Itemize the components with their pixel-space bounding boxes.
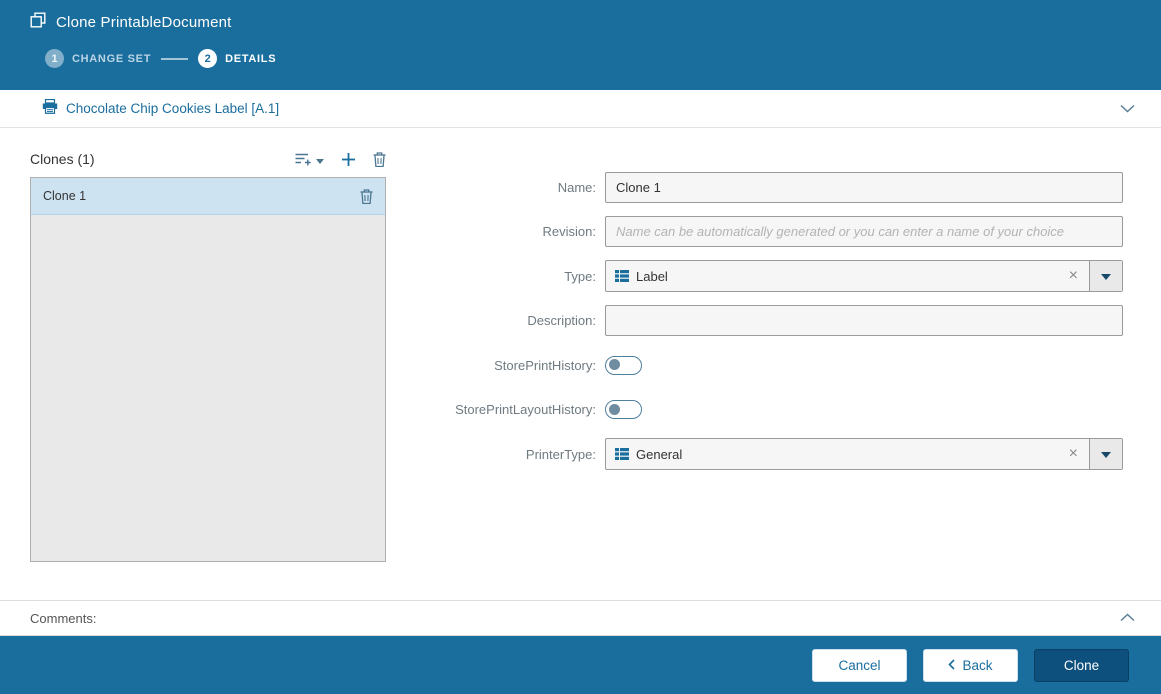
clone-details-form: Name: Revision: Type: La [395, 171, 1130, 483]
printer-type-combo[interactable]: General × [605, 438, 1123, 470]
revision-label: Revision: [395, 224, 605, 239]
document-title: Chocolate Chip Cookies Label [A.1] [66, 101, 279, 116]
toggle-knob [609, 359, 620, 370]
printer-type-icon [606, 447, 636, 461]
clones-panel-title: Clones (1) [30, 151, 95, 167]
dialog-content: Clones (1) [0, 128, 1161, 600]
printer-type-value: General [636, 447, 1058, 462]
dialog-title: Clone PrintableDocument [56, 14, 232, 31]
dialog-header: Clone PrintableDocument 1 CHANGE SET 2 D… [0, 0, 1161, 90]
description-input[interactable] [605, 305, 1123, 336]
store-print-history-toggle[interactable] [605, 356, 642, 375]
type-combo[interactable]: Label × [605, 260, 1123, 292]
description-label: Description: [395, 313, 605, 328]
printer-icon [42, 99, 58, 119]
type-clear-icon[interactable]: × [1058, 268, 1089, 284]
caret-down-icon [1101, 274, 1111, 285]
caret-down-icon [1101, 452, 1111, 463]
printer-type-label: PrinterType: [395, 447, 605, 462]
chevron-down-icon[interactable] [1120, 100, 1135, 118]
type-value: Label [636, 269, 1058, 284]
name-input[interactable] [605, 172, 1123, 203]
add-clone-button[interactable] [341, 152, 356, 167]
step-connector [161, 58, 188, 60]
store-print-layout-history-toggle[interactable] [605, 400, 642, 419]
delete-clone-button[interactable] [373, 152, 386, 167]
cancel-button-label: Cancel [838, 658, 880, 673]
type-label: Type: [395, 269, 605, 284]
step-2-number: 2 [198, 49, 217, 68]
clone-printable-document-dialog: Clone PrintableDocument 1 CHANGE SET 2 D… [0, 0, 1161, 694]
step-2-label: DETAILS [225, 53, 276, 65]
cancel-button[interactable]: Cancel [812, 649, 907, 682]
name-label: Name: [395, 180, 605, 195]
clone-button[interactable]: Clone [1034, 649, 1129, 682]
chevron-left-icon [948, 658, 955, 673]
step-details[interactable]: 2 DETAILS [198, 49, 276, 68]
printer-type-dropdown-button[interactable] [1089, 439, 1122, 469]
store-print-history-label: StorePrintHistory: [395, 358, 605, 373]
step-change-set[interactable]: 1 CHANGE SET [45, 49, 151, 68]
revision-input[interactable] [605, 216, 1123, 247]
back-button-label: Back [962, 658, 992, 673]
step-1-number: 1 [45, 49, 64, 68]
store-print-layout-history-label: StorePrintLayoutHistory: [395, 402, 605, 417]
clones-panel: Clones (1) [30, 146, 386, 562]
back-button[interactable]: Back [923, 649, 1018, 682]
filter-caret-icon [316, 152, 324, 167]
clone-item-name: Clone 1 [43, 189, 86, 203]
comments-label: Comments: [30, 611, 96, 626]
type-dropdown-button[interactable] [1089, 261, 1122, 291]
clone-icon [30, 12, 46, 33]
row-delete-button[interactable] [360, 189, 373, 204]
clone-button-label: Clone [1064, 658, 1099, 673]
filter-add-button[interactable] [295, 152, 324, 167]
clones-list: Clone 1 [30, 177, 386, 562]
document-type-icon [606, 269, 636, 283]
comments-section: Comments: [0, 600, 1161, 636]
document-bar: Chocolate Chip Cookies Label [A.1] [0, 90, 1161, 128]
chevron-up-icon[interactable] [1120, 609, 1135, 627]
clone-list-item[interactable]: Clone 1 [31, 178, 385, 215]
wizard-steps: 1 CHANGE SET 2 DETAILS [30, 49, 1131, 68]
step-1-label: CHANGE SET [72, 53, 151, 65]
dialog-footer: Cancel Back Clone [0, 636, 1161, 694]
printer-type-clear-icon[interactable]: × [1058, 446, 1089, 462]
toggle-knob [609, 404, 620, 415]
